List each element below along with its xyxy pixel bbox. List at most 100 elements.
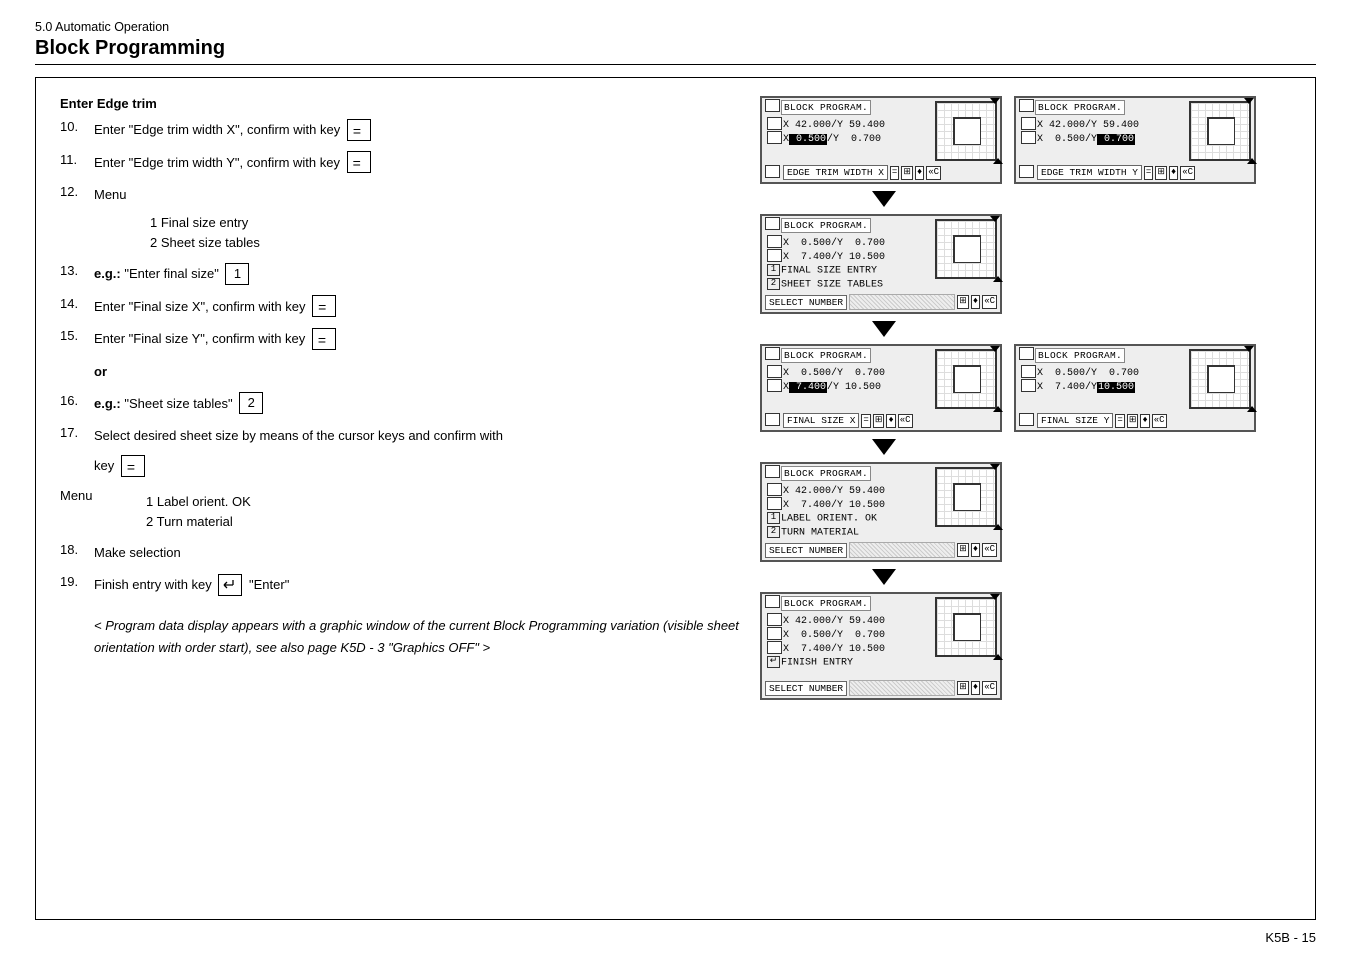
- lcd-menu-item: TURN MATERIAL: [781, 528, 859, 539]
- row-icon: [767, 235, 782, 248]
- lcd-row: X 42.000/Y 59.400: [783, 120, 885, 131]
- menu-option: 2 Sheet size tables: [150, 233, 740, 253]
- number-box-icon: 2: [767, 278, 780, 290]
- lcd-row: X 0.500/Y 0.700: [1037, 368, 1139, 379]
- number-box-icon: 2: [767, 526, 780, 538]
- step-number: 14.: [60, 296, 94, 311]
- lcd-row: X 42.000/Y 59.400: [1037, 120, 1139, 131]
- step-text: Enter "Edge trim width X", confirm with …: [94, 122, 340, 137]
- step-text: Make selection: [94, 542, 740, 564]
- equals-key-icon: [347, 151, 371, 173]
- step-text: key: [94, 458, 114, 473]
- lcd-row-3: BLOCK PROGRAM. X 0.500/Y 0.700 X 7.400/Y…: [760, 344, 1295, 432]
- lcd-screen: BLOCK PROGRAM. X 42.000/Y 59.400 X 0.500…: [760, 96, 1002, 184]
- lcd-title: BLOCK PROGRAM.: [781, 596, 871, 611]
- note-block: < Program data display appears with a gr…: [60, 607, 740, 659]
- step-text: "Sheet size tables": [121, 396, 233, 411]
- or-separator: or: [60, 361, 740, 383]
- preview-icon: [1189, 101, 1251, 161]
- ctrl-icon: ⊞: [957, 543, 969, 557]
- lcd-title: BLOCK PROGRAM.: [781, 348, 871, 363]
- ctrl-icon: «C: [982, 543, 997, 557]
- equals-key-icon: [121, 455, 145, 477]
- lcd-row: X 42.000/Y 59.400: [783, 616, 885, 627]
- ctrl-icon: «C: [982, 681, 997, 695]
- grid-icon: [953, 613, 981, 641]
- footer-fill: [849, 680, 955, 696]
- ctrl-icon: ⊞: [873, 414, 885, 428]
- lcd-highlight: 0.700: [1097, 134, 1135, 145]
- step-prefix: e.g.:: [94, 396, 121, 411]
- lcd-title: BLOCK PROGRAM.: [1035, 348, 1125, 363]
- lcd-title: BLOCK PROGRAM.: [781, 466, 871, 481]
- step-text: Enter "Edge trim width Y", confirm with …: [94, 155, 340, 170]
- row-icon: [767, 379, 782, 392]
- page-title: Block Programming: [35, 37, 1316, 65]
- step-number: 12.: [60, 184, 94, 199]
- lcd-highlight: 7.400: [789, 382, 827, 393]
- lcd-prompt: EDGE TRIM WIDTH X: [783, 165, 888, 180]
- step-number: 19.: [60, 574, 94, 589]
- preview-icon: [935, 597, 997, 657]
- ctrl-icon: ⊞: [1127, 414, 1139, 428]
- step-number: 10.: [60, 119, 94, 134]
- row-icon: [767, 483, 782, 496]
- row-icon: [1021, 117, 1036, 130]
- lcd-screen: BLOCK PROGRAM. X 42.000/Y 59.400 X 0.500…: [1014, 96, 1256, 184]
- number-box-icon: 1: [767, 512, 780, 524]
- instructions-heading: Enter Edge trim: [60, 96, 740, 111]
- ctrl-icon: ♦: [971, 295, 980, 309]
- mode-icon: [1019, 99, 1034, 112]
- or-text: or: [94, 361, 740, 383]
- lcd-title: BLOCK PROGRAM.: [1035, 100, 1125, 115]
- menu-option: 1 Final size entry: [150, 213, 740, 233]
- lcd-title: BLOCK PROGRAM.: [781, 218, 871, 233]
- step-14: 14. Enter "Final size X", confirm with k…: [60, 296, 740, 319]
- mode-icon: [765, 99, 780, 112]
- arrow-down-icon: [872, 569, 896, 585]
- note-text: < Program data display appears with a gr…: [94, 615, 740, 659]
- equals-key-icon: [312, 295, 336, 317]
- lcd-menu-item: LABEL ORIENT. OK: [781, 514, 877, 525]
- step-text: "Enter": [245, 577, 289, 592]
- lcd-prompt: FINAL SIZE X: [783, 413, 859, 428]
- lcd-prompt: FINAL SIZE Y: [1037, 413, 1113, 428]
- page-footer: K5B - 15: [35, 930, 1316, 945]
- mode-icon: [765, 217, 780, 230]
- arrow-down-icon: [872, 439, 896, 455]
- lcd-row-5: BLOCK PROGRAM. X 42.000/Y 59.400 X 0.500…: [760, 592, 1295, 700]
- preview-icon: [935, 349, 997, 409]
- arrow-down-icon: [872, 321, 896, 337]
- step-text: Finish entry with key: [94, 577, 212, 592]
- lcd-menu-item: SHEET SIZE TABLES: [781, 280, 883, 291]
- ctrl-icon: ♦: [1140, 414, 1149, 428]
- lcd-menu-item: FINAL SIZE ENTRY: [781, 266, 877, 277]
- footer-icon: [765, 413, 780, 426]
- mode-icon: [765, 465, 780, 478]
- grid-icon: [953, 483, 981, 511]
- row-icon: [767, 365, 782, 378]
- lcd-prompt: SELECT NUMBER: [765, 681, 847, 696]
- ctrl-icon: ⊞: [1155, 166, 1167, 180]
- ctrl-icon: «C: [1180, 166, 1195, 180]
- lcd-prompt: SELECT NUMBER: [765, 543, 847, 558]
- ctrl-icon: ♦: [971, 543, 980, 557]
- row-icon: [767, 117, 782, 130]
- ctrl-icon: ♦: [886, 414, 895, 428]
- step-text: Menu: [94, 187, 127, 202]
- lcd-row: X 7.400/Y 10.500: [783, 252, 885, 263]
- step-number: 15.: [60, 328, 94, 343]
- section-path: 5.0 Automatic Operation: [35, 20, 1316, 34]
- grid-icon: [953, 365, 981, 393]
- instructions-column: Enter Edge trim 10. Enter "Edge trim wid…: [60, 96, 740, 901]
- row-icon: [767, 131, 782, 144]
- step-10: 10. Enter "Edge trim width X", confirm w…: [60, 119, 740, 142]
- menu-option: 1 Label orient. OK: [146, 492, 251, 512]
- lcd-title: BLOCK PROGRAM.: [781, 100, 871, 115]
- row-icon: [767, 249, 782, 262]
- row-icon: [767, 497, 782, 510]
- step-text: Enter "Final size X", confirm with key: [94, 299, 306, 314]
- row-icon: [1021, 379, 1036, 392]
- step-number: 16.: [60, 393, 94, 408]
- step-number: 13.: [60, 263, 94, 278]
